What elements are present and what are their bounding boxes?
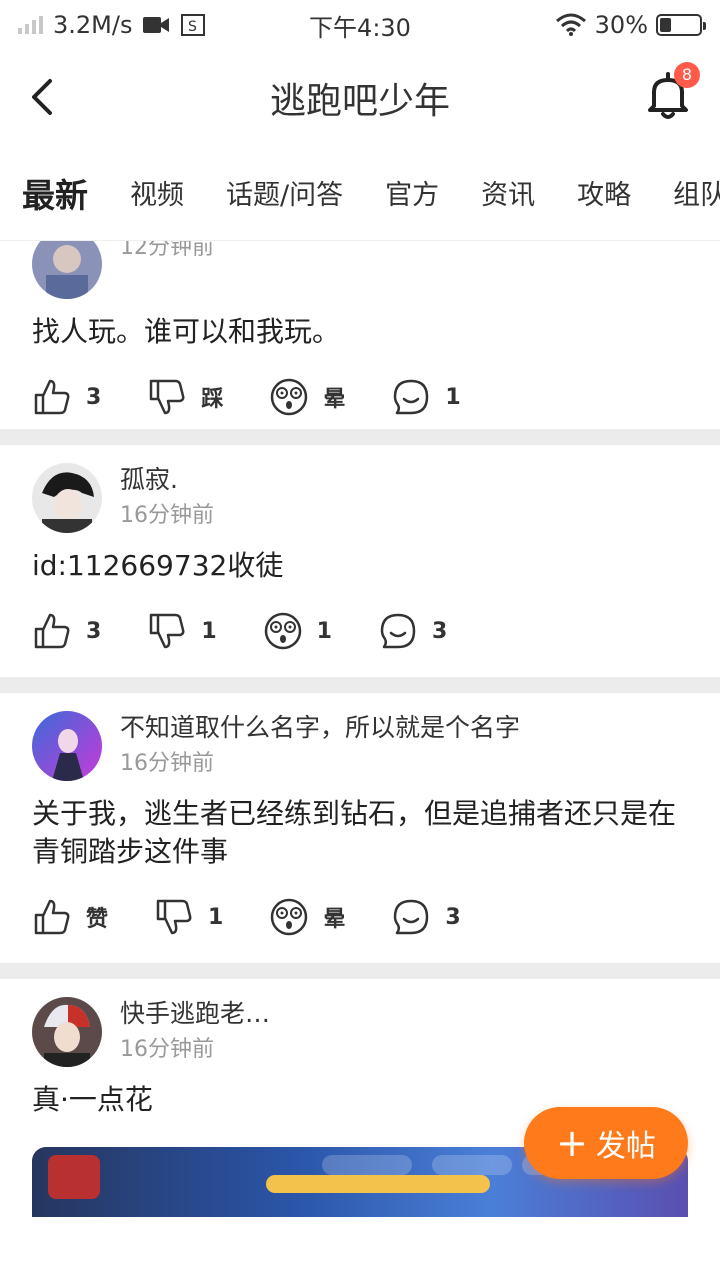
username[interactable]: 快手逃跑老…	[120, 997, 270, 1031]
status-left: 3.2M/s S	[18, 11, 206, 39]
post-time: 16分钟前	[120, 1037, 214, 1062]
plus-icon: +	[556, 1121, 588, 1165]
divider	[0, 677, 720, 693]
post[interactable]: 12分钟前 找人玩。谁可以和我玩。 3 踩 晕 1	[0, 241, 720, 429]
comment-count: 3	[445, 904, 461, 930]
dizzy-button[interactable]: 晕	[269, 377, 345, 417]
tab-latest[interactable]: 最新	[22, 169, 88, 217]
dizzy-face-icon	[264, 612, 301, 650]
post-header: 孤寂. 16分钟前	[32, 445, 688, 533]
avatar[interactable]	[32, 711, 102, 781]
post-time: 12分钟前	[120, 241, 214, 260]
like-count: 3	[86, 618, 102, 644]
battery-percent: 30%	[594, 11, 648, 39]
page-title: 逃跑吧少年	[269, 80, 450, 122]
comment-button[interactable]: 3	[391, 897, 461, 937]
comment-button[interactable]: 3	[378, 611, 447, 651]
post-meta: 不知道取什么名字，所以就是个名字 16分钟前	[120, 711, 520, 781]
comment-button[interactable]: 1	[391, 377, 461, 417]
like-button[interactable]: 赞	[32, 897, 108, 937]
thumbs-up-icon	[34, 613, 70, 649]
post-actions: 3 1 1 3	[32, 585, 688, 677]
tab-team[interactable]: 组队	[673, 173, 720, 212]
comment-icon	[394, 379, 429, 415]
wifi-icon	[555, 13, 586, 36]
comment-count: 1	[445, 384, 461, 410]
tab-guides[interactable]: 攻略	[577, 173, 631, 212]
dizzy-count: 1	[316, 618, 332, 644]
like-count: 3	[86, 384, 102, 410]
post-time: 16分钟前	[120, 503, 214, 528]
new-post-label: 发帖	[595, 1129, 656, 1164]
dizzy-count: 晕	[323, 907, 346, 932]
dislike-count: 1	[208, 904, 224, 930]
comment-count: 3	[431, 618, 448, 644]
network-speed: 3.2M/s	[53, 11, 133, 39]
avatar[interactable]	[32, 241, 102, 299]
dislike-count: 1	[201, 618, 217, 644]
battery-icon	[656, 14, 706, 36]
dislike-button[interactable]: 1	[154, 897, 223, 937]
post[interactable]: 孤寂. 16分钟前 id:112669732收徒 3 1 1 3	[0, 445, 720, 677]
thumbs-down-icon	[150, 613, 185, 649]
thumbs-up-icon	[34, 899, 70, 935]
post[interactable]: 快手逃跑老… 16分钟前 真·一点花	[0, 979, 720, 1217]
post-header: 12分钟前	[32, 241, 688, 299]
divider	[0, 963, 720, 979]
post-actions: 3 踩 晕 1	[32, 351, 688, 443]
thumbs-down-icon	[150, 379, 185, 415]
comment-icon	[394, 899, 429, 935]
chevron-left-icon	[32, 79, 52, 115]
post-time: 16分钟前	[120, 751, 214, 776]
like-count: 赞	[86, 907, 109, 932]
post-header: 快手逃跑老… 16分钟前	[32, 979, 688, 1067]
status-bar: 3.2M/s S 下午4:30 30%	[0, 0, 720, 50]
post[interactable]: 不知道取什么名字，所以就是个名字 16分钟前 关于我，逃生者已经练到钻石，但是追…	[0, 693, 720, 963]
post-actions: 赞 1 晕 3	[32, 871, 688, 963]
back-button[interactable]	[20, 75, 64, 119]
tab-video[interactable]: 视频	[130, 173, 184, 212]
thumbs-up-icon	[34, 379, 70, 415]
tab-official[interactable]: 官方	[385, 173, 439, 212]
dizzy-button[interactable]: 1	[263, 611, 332, 651]
dislike-button[interactable]: 1	[147, 611, 217, 651]
username[interactable]: 不知道取什么名字，所以就是个名字	[120, 711, 520, 745]
post-header: 不知道取什么名字，所以就是个名字 16分钟前	[32, 693, 688, 781]
post-text[interactable]: id:112669732收徒	[32, 547, 688, 585]
notification-badge: 8	[674, 62, 700, 88]
signal-icon	[18, 16, 43, 34]
svg-text:S: S	[188, 19, 197, 35]
thumbs-down-icon	[156, 899, 192, 935]
dizzy-face-icon	[271, 378, 308, 416]
notification-button[interactable]: 8	[640, 62, 700, 124]
dislike-button[interactable]: 踩	[147, 377, 223, 417]
post-text[interactable]: 找人玩。谁可以和我玩。	[32, 313, 688, 351]
post-meta: 快手逃跑老… 16分钟前	[120, 997, 270, 1067]
new-post-button[interactable]: + 发帖	[524, 1107, 688, 1179]
tab-topics[interactable]: 话题/问答	[226, 173, 343, 212]
like-button[interactable]: 3	[32, 611, 101, 651]
screenshot-icon: S	[181, 14, 206, 36]
avatar[interactable]	[32, 463, 102, 533]
post-meta: 孤寂. 16分钟前	[120, 463, 214, 533]
video-icon	[143, 17, 170, 33]
like-button[interactable]: 3	[32, 377, 101, 417]
dizzy-face-icon	[271, 898, 308, 936]
dizzy-count: 晕	[323, 387, 346, 412]
tab-bar: 最新 视频 话题/问答 官方 资讯 攻略 组队	[0, 145, 720, 241]
tab-news[interactable]: 资讯	[481, 173, 535, 212]
header: 逃跑吧少年 8	[0, 50, 720, 145]
avatar[interactable]	[32, 997, 102, 1067]
username[interactable]: 孤寂.	[120, 463, 214, 497]
dizzy-button[interactable]: 晕	[269, 897, 345, 937]
post-meta: 12分钟前	[120, 241, 214, 265]
comment-icon	[380, 613, 416, 649]
post-text[interactable]: 关于我，逃生者已经练到钻石，但是追捕者还只是在青铜踏步这件事	[32, 795, 688, 871]
status-right: 30%	[555, 11, 706, 39]
battery-fill	[660, 18, 671, 32]
dislike-count: 踩	[201, 387, 224, 412]
